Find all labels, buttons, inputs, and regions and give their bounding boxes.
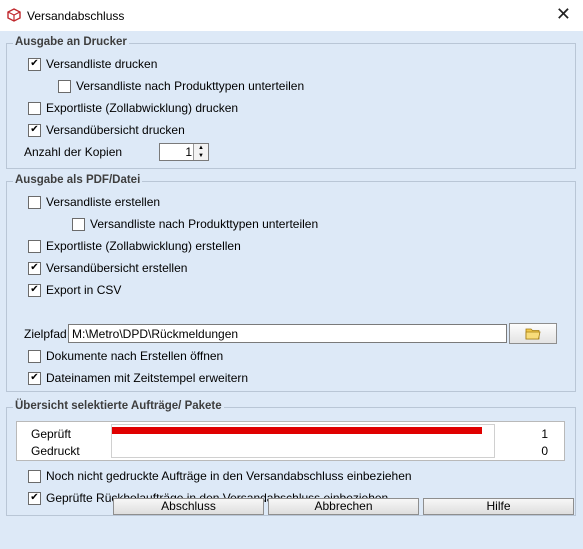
checkbox-label: Dateinamen mit Zeitstempel erweitern bbox=[46, 371, 249, 385]
checkbox-box[interactable] bbox=[72, 217, 85, 231]
checkbox-label: Exportliste (Zollabwicklung) drucken bbox=[46, 101, 239, 115]
spinner-down-icon[interactable]: ▼ bbox=[193, 152, 208, 160]
close-icon[interactable]: ✕ bbox=[556, 4, 571, 25]
checkbox-label: Versandliste erstellen bbox=[46, 195, 161, 209]
checkbox-print-shipping-list[interactable]: ✔ Versandliste drucken bbox=[28, 56, 157, 72]
checkbox-filename-timestamp[interactable]: ✔ Dateinamen mit Zeitstempel erweitern bbox=[28, 370, 248, 386]
checkbox-label: Versandliste nach Produkttypen unterteil… bbox=[76, 79, 305, 93]
help-button[interactable]: Hilfe bbox=[423, 498, 574, 515]
checkbox-label: Noch nicht gedruckte Aufträge in den Ver… bbox=[46, 469, 412, 483]
checkbox-label: Export in CSV bbox=[46, 283, 122, 297]
checkbox-label: Versandliste drucken bbox=[46, 57, 158, 71]
checkbox-box[interactable] bbox=[28, 469, 41, 483]
copies-spinner[interactable]: 1 ▲ ▼ bbox=[159, 143, 209, 161]
cancel-button[interactable]: Abbrechen bbox=[268, 498, 419, 515]
checkbox-open-documents[interactable]: Dokumente nach Erstellen öffnen bbox=[28, 348, 223, 364]
checkbox-print-by-product-type[interactable]: Versandliste nach Produkttypen unterteil… bbox=[58, 78, 304, 94]
checked-count: 1 bbox=[541, 427, 548, 441]
printer-group-title: Ausgabe an Drucker bbox=[13, 36, 129, 48]
checkbox-box[interactable]: ✔ bbox=[28, 123, 41, 137]
checkbox-box[interactable] bbox=[28, 349, 41, 363]
checkbox-label: Versandliste nach Produkttypen unterteil… bbox=[90, 217, 319, 231]
pdf-group-title: Ausgabe als PDF/Datei bbox=[13, 174, 143, 186]
printed-progress-track bbox=[112, 444, 482, 451]
checkbox-box[interactable] bbox=[28, 101, 41, 115]
checkbox-box[interactable] bbox=[58, 79, 71, 93]
printed-label: Gedruckt bbox=[31, 444, 80, 458]
printed-count: 0 bbox=[541, 444, 548, 458]
checked-label: Geprüft bbox=[31, 427, 72, 441]
browse-folder-button[interactable] bbox=[509, 323, 557, 344]
checkbox-include-unprinted[interactable]: Noch nicht gedruckte Aufträge in den Ver… bbox=[28, 468, 412, 484]
checkbox-box[interactable]: ✔ bbox=[28, 57, 41, 71]
checkbox-print-shipping-overview[interactable]: ✔ Versandübersicht drucken bbox=[28, 122, 185, 138]
title-bar: Versandabschluss ✕ bbox=[0, 0, 583, 31]
checkbox-create-shipping-list[interactable]: Versandliste erstellen bbox=[28, 194, 160, 210]
progress-area bbox=[111, 424, 495, 458]
dialog-client: Ausgabe an Drucker ✔ Versandliste drucke… bbox=[0, 31, 583, 549]
app-cube-icon bbox=[7, 8, 21, 22]
checkbox-export-csv[interactable]: ✔ Export in CSV bbox=[28, 282, 121, 298]
checkbox-box[interactable]: ✔ bbox=[28, 261, 41, 275]
target-path-input[interactable]: M:\Metro\DPD\Rückmeldungen bbox=[68, 324, 507, 343]
copies-label: Anzahl der Kopien bbox=[24, 145, 123, 159]
target-path-label: Zielpfad bbox=[24, 327, 67, 341]
checkbox-label: Dokumente nach Erstellen öffnen bbox=[46, 349, 224, 363]
checkbox-box[interactable]: ✔ bbox=[28, 283, 41, 297]
checkbox-create-by-product-type[interactable]: Versandliste nach Produkttypen unterteil… bbox=[72, 216, 318, 232]
checkbox-box[interactable] bbox=[28, 239, 41, 253]
checkbox-create-shipping-overview[interactable]: ✔ Versandübersicht erstellen bbox=[28, 260, 187, 276]
checkbox-label: Exportliste (Zollabwicklung) erstellen bbox=[46, 239, 241, 253]
copies-value[interactable]: 1 bbox=[185, 145, 192, 159]
orders-group-title: Übersicht selektierte Aufträge/ Pakete bbox=[13, 400, 224, 412]
checkbox-label: Versandübersicht erstellen bbox=[46, 261, 188, 275]
checked-progress-track bbox=[112, 427, 482, 434]
checkbox-box[interactable] bbox=[28, 195, 41, 209]
orders-status-panel: Geprüft Gedruckt 1 0 bbox=[16, 421, 565, 461]
folder-icon bbox=[525, 328, 541, 340]
finish-button[interactable]: Abschluss bbox=[113, 498, 264, 515]
checkbox-print-export-list[interactable]: Exportliste (Zollabwicklung) drucken bbox=[28, 100, 238, 116]
checked-progress-fill bbox=[112, 427, 482, 434]
window-title: Versandabschluss bbox=[27, 9, 125, 23]
checkbox-box[interactable]: ✔ bbox=[28, 371, 41, 385]
checkbox-box[interactable]: ✔ bbox=[28, 491, 41, 505]
checkbox-label: Versandübersicht drucken bbox=[46, 123, 185, 137]
checkbox-create-export-list[interactable]: Exportliste (Zollabwicklung) erstellen bbox=[28, 238, 241, 254]
